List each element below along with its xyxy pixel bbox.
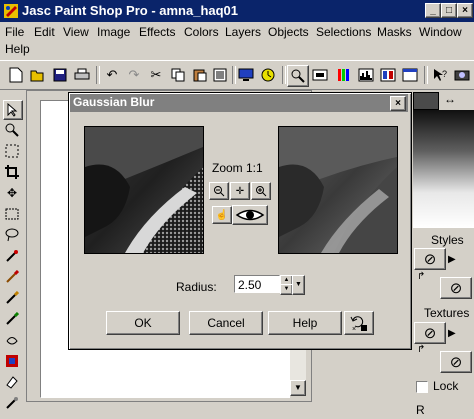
- print-icon[interactable]: [72, 65, 92, 85]
- menu-bar: File Edit View Image Effects Colors Laye…: [0, 22, 474, 60]
- monitor-icon[interactable]: [236, 65, 256, 85]
- color-replacer-icon[interactable]: [3, 310, 21, 328]
- zoom-tool-icon[interactable]: [3, 121, 21, 139]
- cancel-button[interactable]: Cancel: [189, 311, 263, 335]
- histogram-icon[interactable]: [356, 65, 376, 85]
- menu-image[interactable]: Image: [97, 25, 130, 39]
- radius-slider-dropdown-icon[interactable]: ▼: [292, 275, 305, 295]
- scratch-remover-icon[interactable]: [3, 352, 21, 370]
- selection-tool-icon[interactable]: [3, 142, 21, 160]
- menu-colors[interactable]: Colors: [184, 25, 219, 39]
- menu-selections[interactable]: Selections: [316, 25, 371, 39]
- lock-label: Lock: [433, 379, 459, 393]
- open-folder-icon[interactable]: [28, 65, 48, 85]
- scroll-down-icon[interactable]: ▼: [290, 380, 306, 396]
- undo-icon[interactable]: ↶: [102, 65, 122, 85]
- styles-label: Styles: [431, 233, 464, 247]
- swap-colors-icon[interactable]: ↔: [440, 92, 460, 108]
- lock-checkbox[interactable]: [416, 381, 428, 393]
- help-button[interactable]: Help: [268, 311, 342, 335]
- toolbar-separator: [96, 66, 100, 84]
- dialog-title: Gaussian Blur: [73, 95, 155, 109]
- menu-objects[interactable]: Objects: [268, 25, 309, 39]
- styles-background-null-icon[interactable]: ⊘: [440, 277, 472, 299]
- menu-view[interactable]: View: [63, 25, 89, 39]
- styles-foreground-null-icon[interactable]: ⊘: [414, 248, 446, 270]
- zoom-in-icon[interactable]: [251, 182, 271, 200]
- overview-icon[interactable]: [310, 65, 330, 85]
- crop-tool-icon[interactable]: [3, 163, 21, 181]
- before-preview[interactable]: [84, 126, 204, 254]
- arrow-tool-icon[interactable]: [3, 100, 23, 120]
- svg-text:×: ×: [352, 326, 356, 332]
- menu-edit[interactable]: Edit: [34, 25, 55, 39]
- toolbar-separator: [424, 66, 428, 84]
- clock-icon[interactable]: [258, 65, 278, 85]
- picture-tube-icon[interactable]: [3, 394, 21, 412]
- svg-text:?: ?: [442, 69, 447, 79]
- hand-icon[interactable]: ☝: [212, 206, 232, 224]
- menu-masks[interactable]: Masks: [377, 25, 412, 39]
- menu-effects[interactable]: Effects: [139, 25, 175, 39]
- zoom-label: Zoom 1:1: [212, 161, 263, 175]
- menu-layers[interactable]: Layers: [225, 25, 261, 39]
- zoom-out-icon[interactable]: [209, 182, 229, 200]
- toolbar-separator: [282, 66, 286, 84]
- color-bars-icon[interactable]: [334, 65, 354, 85]
- menu-help[interactable]: Help: [5, 42, 30, 56]
- redo-icon[interactable]: ↷: [124, 65, 144, 85]
- rect-selection-icon[interactable]: [3, 205, 21, 223]
- tool-palette: ✥: [0, 90, 24, 419]
- color-picker-gradient[interactable]: [413, 110, 474, 228]
- app-icon[interactable]: [3, 3, 19, 19]
- textures-background-null-icon[interactable]: ⊘: [440, 351, 472, 373]
- menu-window[interactable]: Window: [419, 25, 462, 39]
- eyedropper-tool-icon[interactable]: [3, 247, 21, 265]
- clone-brush-icon[interactable]: [3, 289, 21, 307]
- layers-palette-icon[interactable]: [378, 65, 398, 85]
- new-file-icon[interactable]: [6, 65, 26, 85]
- proof-eye-icon[interactable]: [232, 205, 268, 225]
- radius-label: Radius:: [176, 280, 217, 294]
- eraser-tool-icon[interactable]: [3, 373, 21, 391]
- copy-icon[interactable]: [168, 65, 188, 85]
- paste-icon[interactable]: [190, 65, 210, 85]
- foreground-color-swatch[interactable]: [413, 92, 439, 110]
- mover-tool-icon[interactable]: ✥: [3, 184, 21, 202]
- save-icon[interactable]: [50, 65, 70, 85]
- dialog-close-button[interactable]: ×: [390, 96, 406, 111]
- paintbrush-tool-icon[interactable]: [3, 268, 21, 286]
- lasso-tool-icon[interactable]: [3, 226, 21, 244]
- textures-foreground-dropdown-icon[interactable]: ▶: [448, 328, 456, 339]
- radius-input[interactable]: 2.50: [234, 275, 280, 293]
- cut-icon[interactable]: ✂: [146, 65, 166, 85]
- maximize-button[interactable]: □: [441, 3, 457, 18]
- swap-styles-icon[interactable]: ↱: [417, 271, 425, 282]
- window-title: Jasc Paint Shop Pro - amna_haq01: [22, 3, 239, 18]
- minimize-button[interactable]: _: [425, 3, 441, 18]
- reset-defaults-icon[interactable]: ×: [344, 311, 374, 335]
- pan-icon[interactable]: ✛: [230, 182, 250, 200]
- textures-foreground-null-icon[interactable]: ⊘: [414, 322, 446, 344]
- camera-icon[interactable]: [452, 65, 472, 85]
- ok-button[interactable]: OK: [106, 311, 180, 335]
- retouch-tool-icon[interactable]: [3, 331, 21, 349]
- context-help-icon[interactable]: ?: [430, 65, 450, 85]
- close-button[interactable]: ×: [457, 3, 473, 18]
- palette-window-icon[interactable]: [400, 65, 420, 85]
- paste-new-icon[interactable]: [210, 65, 230, 85]
- zoom-icon[interactable]: [287, 65, 309, 87]
- menu-file[interactable]: File: [5, 25, 24, 39]
- after-preview[interactable]: [278, 126, 398, 254]
- swap-textures-icon[interactable]: ↱: [417, 344, 425, 355]
- footer-label: R: [416, 403, 425, 417]
- main-toolbar: ↶ ↷ ✂ ?: [0, 60, 474, 90]
- styles-foreground-dropdown-icon[interactable]: ▶: [448, 254, 456, 265]
- textures-label: Textures: [424, 306, 470, 320]
